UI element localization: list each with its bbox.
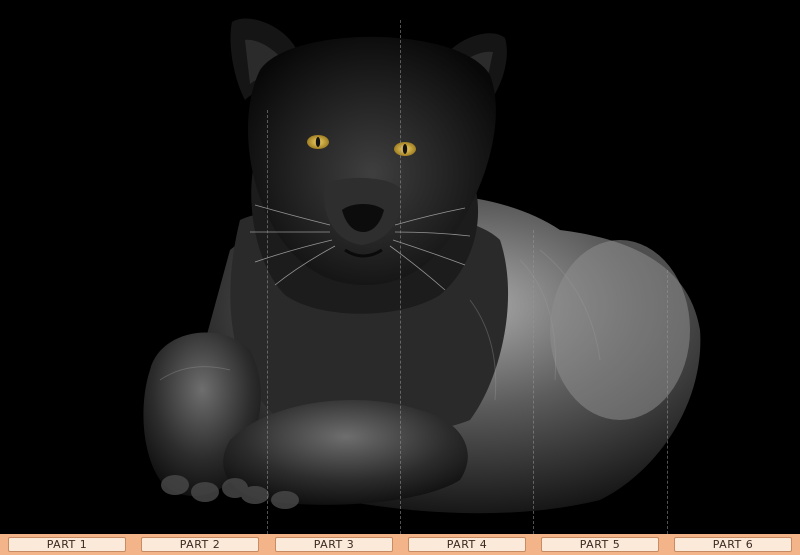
split-line-3 bbox=[533, 230, 534, 534]
panther-haunch bbox=[550, 240, 690, 420]
split-line-1 bbox=[267, 110, 268, 534]
parts-toolbar: PART 1 PART 2 PART 3 PART 4 PART 5 PART … bbox=[0, 534, 800, 555]
part-6-button[interactable]: PART 6 bbox=[674, 537, 792, 552]
part-5-button[interactable]: PART 5 bbox=[541, 537, 659, 552]
part-4-button[interactable]: PART 4 bbox=[408, 537, 526, 552]
part-1-button[interactable]: PART 1 bbox=[8, 537, 126, 552]
split-line-2 bbox=[400, 20, 401, 534]
split-line-4 bbox=[667, 270, 668, 534]
photo-canvas bbox=[0, 0, 800, 534]
part-3-button[interactable]: PART 3 bbox=[275, 537, 393, 552]
part-2-button[interactable]: PART 2 bbox=[141, 537, 259, 552]
